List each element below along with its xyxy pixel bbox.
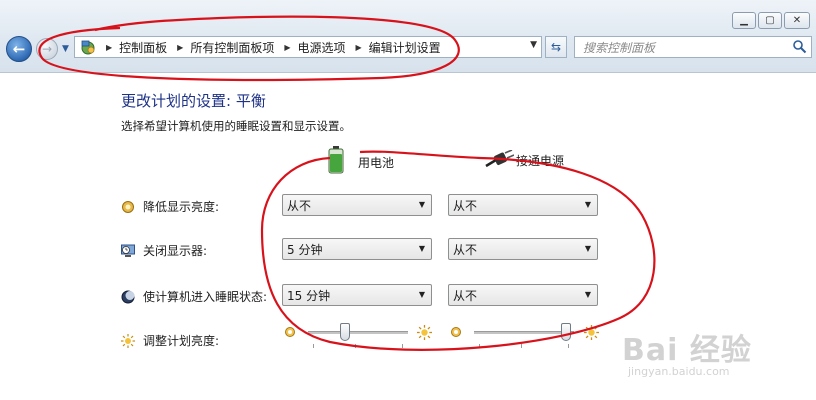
sleep-moon-icon	[121, 290, 135, 303]
turn-off-display-plugged-select[interactable]: 从不 ▼	[448, 238, 598, 260]
chevron-down-icon: ▼	[584, 244, 591, 253]
brightness-plugged-track	[474, 331, 574, 334]
column-header-plugged: 接通电源	[484, 150, 564, 170]
page-title: 更改计划的设置: 平衡	[121, 92, 266, 110]
arrow-left-icon: ←	[12, 40, 26, 58]
brightness-dim-icon	[122, 200, 134, 213]
window-chrome: ▁ ▢ ✕ ← → ▼ ▶ 控制面板 ▶ 所有控制面板项 ▶ 电源选项 ▶ 编辑…	[0, 0, 816, 73]
turn-off-display-battery-select[interactable]: 5 分钟 ▼	[282, 238, 432, 260]
recent-pages-dropdown[interactable]: ▼	[62, 44, 72, 54]
arrow-right-icon: →	[41, 42, 53, 56]
brightness-plugged-slider[interactable]	[561, 323, 572, 341]
chevron-down-icon: ▼	[584, 290, 591, 299]
window-controls: ▁ ▢ ✕	[732, 12, 810, 29]
address-dropdown-icon[interactable]: ▼	[530, 40, 537, 50]
breadcrumb-arrow-icon: ▶	[106, 42, 113, 52]
watermark: Bai 经验 jingyan.baidu.com	[622, 333, 752, 378]
close-button[interactable]: ✕	[784, 12, 810, 29]
dim-display-plugged-select[interactable]: 从不 ▼	[448, 194, 598, 216]
breadcrumb-item[interactable]: ▶ 编辑计划设置	[346, 39, 441, 56]
control-panel-icon	[81, 40, 95, 55]
search-input[interactable]: 搜索控制面板	[574, 36, 812, 58]
sun-icon	[121, 333, 135, 348]
power-plug-icon	[485, 150, 514, 168]
dim-display-battery-select[interactable]: 从不 ▼	[282, 194, 432, 216]
breadcrumb-item[interactable]: ▶ 电源选项	[274, 39, 345, 56]
maximize-button[interactable]: ▢	[758, 12, 782, 29]
brightness-low-icon	[451, 327, 461, 337]
back-button[interactable]: ←	[6, 36, 32, 62]
page-subtitle: 选择希望计算机使用的睡眠设置和显示设置。	[121, 119, 351, 133]
address-bar[interactable]: ▶ 控制面板 ▶ 所有控制面板项 ▶ 电源选项 ▶ 编辑计划设置 ▼	[74, 36, 542, 58]
monitor-clock-icon	[121, 244, 135, 257]
setting-row-brightness: 调整计划亮度:	[121, 332, 219, 349]
search-icon[interactable]	[792, 39, 807, 54]
refresh-icon: ⇆	[550, 40, 562, 54]
chevron-down-icon: ▼	[418, 244, 425, 253]
forward-button[interactable]: →	[36, 38, 58, 60]
setting-row-turn-off-display: 关闭显示器:	[121, 242, 207, 259]
breadcrumb-arrow-icon: ▶	[284, 42, 291, 52]
sleep-plugged-select[interactable]: 从不 ▼	[448, 284, 598, 306]
breadcrumb-item[interactable]: ▶ 所有控制面板项	[167, 39, 274, 56]
brightness-low-icon	[285, 327, 295, 337]
chevron-down-icon: ▼	[418, 200, 425, 209]
minimize-button[interactable]: ▁	[732, 12, 756, 29]
column-header-battery: 用电池	[328, 146, 394, 174]
setting-row-dim-display: 降低显示亮度:	[121, 198, 219, 215]
battery-icon	[328, 146, 344, 174]
breadcrumb-arrow-icon: ▶	[177, 42, 184, 52]
brightness-battery-slider[interactable]	[339, 323, 350, 341]
chevron-down-icon: ▼	[418, 290, 425, 299]
brightness-high-icon	[417, 325, 432, 340]
search-placeholder: 搜索控制面板	[583, 40, 656, 55]
sleep-battery-select[interactable]: 15 分钟 ▼	[282, 284, 432, 306]
brightness-high-icon	[584, 325, 599, 340]
breadcrumb-arrow-icon: ▶	[355, 42, 362, 52]
refresh-button[interactable]: ⇆	[545, 36, 567, 58]
setting-row-sleep: 使计算机进入睡眠状态:	[121, 288, 267, 305]
brightness-battery-track	[308, 331, 408, 334]
chevron-down-icon: ▼	[584, 200, 591, 209]
breadcrumb-item[interactable]: ▶ 控制面板	[103, 39, 167, 56]
